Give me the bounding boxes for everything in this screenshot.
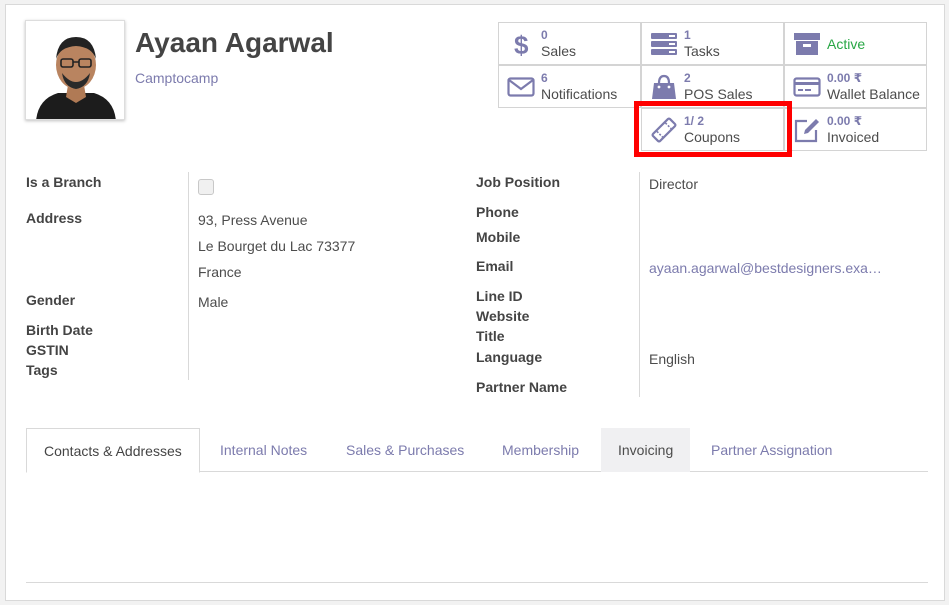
is-branch-label: Is a Branch [26, 174, 102, 190]
phone-label: Phone [476, 204, 519, 220]
birth-date-label: Birth Date [26, 322, 93, 338]
sales-count: 0 [541, 28, 548, 42]
wallet-balance-label: Wallet Balance [827, 86, 920, 102]
wallet-balance-value: 0.00 ₹ [827, 71, 863, 85]
notifications-button[interactable]: 6 Notifications [498, 65, 641, 108]
address-street[interactable]: 93, Press Avenue [198, 212, 307, 228]
partner-avatar[interactable] [25, 20, 125, 120]
line-id-label: Line ID [476, 288, 523, 304]
is-branch-checkbox[interactable] [198, 179, 214, 195]
mobile-label: Mobile [476, 229, 521, 245]
tasks-count: 1 [684, 28, 691, 42]
tasks-button[interactable]: 1 Tasks [641, 22, 784, 65]
credit-card-icon [793, 73, 821, 101]
ticket-icon [650, 116, 678, 144]
tab-partner-assignation[interactable]: Partner Assignation [694, 428, 849, 472]
svg-text:$: $ [514, 30, 529, 58]
notifications-label: Notifications [541, 86, 618, 102]
language-label: Language [476, 349, 543, 365]
partner-photo [26, 21, 124, 119]
tags-label: Tags [26, 362, 58, 378]
invoiced-label: Invoiced [827, 129, 880, 145]
pencil-square-icon [793, 116, 821, 144]
address-country[interactable]: France [198, 264, 242, 280]
shopping-bag-icon [650, 73, 678, 101]
email-label: Email [476, 258, 514, 274]
tab-content-bottom-divider [26, 582, 928, 583]
dollar-icon: $ [507, 30, 535, 60]
language-value[interactable]: English [649, 351, 695, 367]
tasks-label: Tasks [684, 43, 720, 59]
wallet-balance-button[interactable]: 0.00 ₹ Wallet Balance [784, 65, 927, 108]
left-group-divider [188, 172, 189, 380]
tasks-icon [650, 30, 678, 58]
sales-label: Sales [541, 43, 577, 59]
tab-membership[interactable]: Membership [485, 428, 596, 472]
archive-icon [793, 30, 821, 58]
gender-label: Gender [26, 292, 76, 308]
sales-button[interactable]: $ 0 Sales [498, 22, 641, 65]
pos-sales-label: POS Sales [684, 86, 753, 102]
coupons-button[interactable]: 1/ 2 Coupons [641, 108, 784, 151]
invoiced-button[interactable]: 0.00 ₹ Invoiced [784, 108, 927, 151]
coupons-label: Coupons [684, 129, 741, 145]
gender-value[interactable]: Male [198, 294, 228, 310]
right-group-divider [639, 172, 640, 397]
coupons-count: 1/ 2 [684, 114, 705, 128]
active-toggle-button[interactable]: Active [784, 22, 927, 65]
title-label: Title [476, 328, 505, 344]
pos-sales-button[interactable]: 2 POS Sales [641, 65, 784, 108]
notifications-count: 6 [541, 71, 548, 85]
pos-sales-count: 2 [684, 71, 691, 85]
website-label: Website [476, 308, 530, 324]
active-label: Active [827, 36, 866, 52]
partner-name-label: Partner Name [476, 379, 568, 395]
job-position-value[interactable]: Director [649, 176, 698, 192]
envelope-icon [507, 73, 535, 101]
email-value[interactable]: ayaan.agarwal@bestdesigners.exa… [649, 260, 882, 276]
job-position-label: Job Position [476, 174, 560, 190]
address-label: Address [26, 210, 83, 226]
partner-form-sheet: Ayaan Agarwal Camptocamp $ 0 Sales 1 Tas… [5, 4, 945, 601]
partner-name[interactable]: Ayaan Agarwal [135, 27, 334, 59]
tab-sales-purchases[interactable]: Sales & Purchases [329, 428, 481, 472]
gstin-label: GSTIN [26, 342, 69, 358]
tab-invoicing[interactable]: Invoicing [601, 428, 691, 472]
partner-company-link[interactable]: Camptocamp [135, 70, 218, 86]
address-city-zip[interactable]: Le Bourget du Lac 73377 [198, 238, 355, 254]
tab-contacts-addresses[interactable]: Contacts & Addresses [26, 428, 200, 473]
invoiced-value: 0.00 ₹ [827, 114, 863, 128]
tab-internal-notes[interactable]: Internal Notes [203, 428, 324, 472]
notebook-tabs: Contacts & Addresses Internal Notes Sale… [26, 428, 928, 473]
